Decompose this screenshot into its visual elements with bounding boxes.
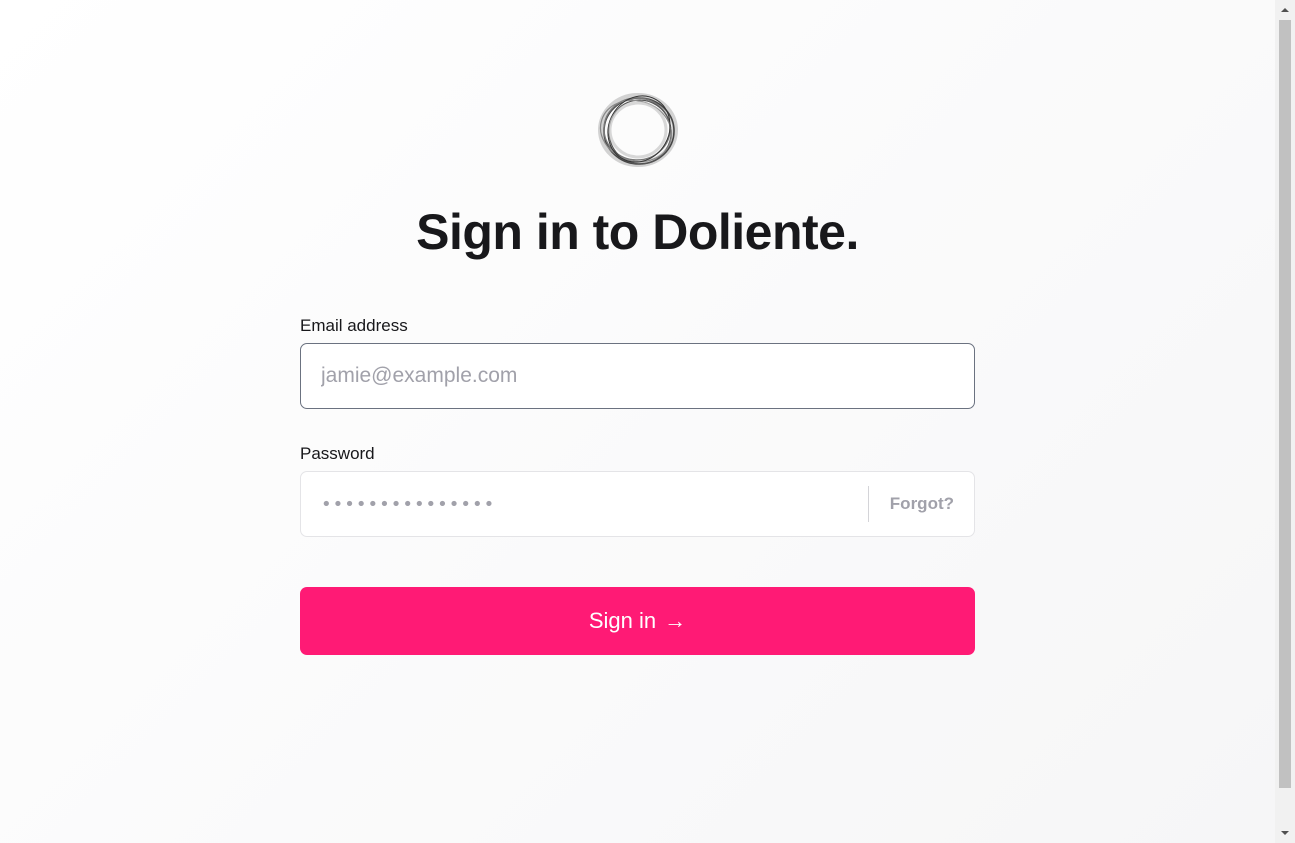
sign-in-form: Email address Password ••••••••••••••• F… xyxy=(300,315,975,655)
email-label: Email address xyxy=(300,316,408,335)
sign-in-button-label: Sign in xyxy=(588,608,657,633)
sign-in-page: Sign in to Doliente. Email address Passw… xyxy=(0,0,1275,843)
password-input[interactable]: ••••••••••••••• xyxy=(301,494,868,515)
password-field[interactable]: ••••••••••••••• Forgot? xyxy=(300,471,975,537)
ring-logo-icon xyxy=(595,92,681,172)
forgot-password-link[interactable]: Forgot? xyxy=(869,494,974,514)
scroll-up-arrow-icon[interactable] xyxy=(1275,0,1295,20)
arrow-right-icon: → xyxy=(664,608,687,633)
page-title: Sign in to Doliente. xyxy=(416,204,859,260)
email-field-wrapper xyxy=(300,343,975,409)
vertical-scrollbar[interactable] xyxy=(1275,0,1295,843)
email-input[interactable] xyxy=(301,344,974,408)
scrollbar-thumb[interactable] xyxy=(1279,20,1291,788)
sign-in-button[interactable]: Sign in → xyxy=(300,587,975,655)
scroll-down-arrow-icon[interactable] xyxy=(1275,823,1295,843)
password-label: Password xyxy=(300,444,375,463)
